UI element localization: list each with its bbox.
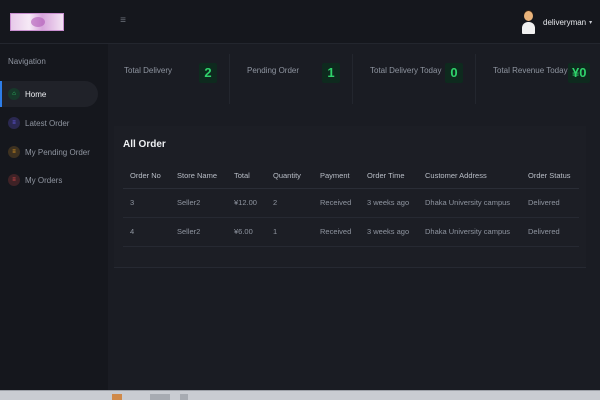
column-header: Customer Address <box>418 164 521 189</box>
top-bar: ≡ deliveryman ▾ <box>0 0 600 44</box>
column-header: Order Time <box>360 164 418 189</box>
avatar <box>520 10 536 34</box>
stat-value: ¥0 <box>568 63 591 83</box>
chevron-down-icon: ▾ <box>589 19 593 26</box>
stat-total-delivery-today: Total Delivery Today 0 <box>370 58 470 88</box>
user-name: deliveryman <box>543 17 587 27</box>
table-cell: 4 <box>123 217 170 247</box>
table-cell: Dhaka University campus <box>418 217 521 247</box>
column-header: Order No <box>123 164 170 189</box>
list-icon: ≡ <box>8 117 20 129</box>
sidebar-item-label: Latest Order <box>25 118 70 128</box>
list-icon: ≡ <box>8 146 20 158</box>
stat-total-revenue-today: Total Revenue Today ¥0 <box>493 58 593 88</box>
stat-pending-order: Pending Order 1 <box>247 58 347 88</box>
sidebar-item-home[interactable]: ⌂ Home <box>0 81 98 107</box>
table-cell: Dhaka University campus <box>418 188 521 218</box>
card-title: All Order <box>123 139 166 150</box>
home-icon: ⌂ <box>8 88 20 100</box>
stat-value: 2 <box>199 63 217 83</box>
table-row: 3 Seller2 ¥12.00 2 Received 3 weeks ago … <box>123 188 579 218</box>
stat-value: 0 <box>445 63 463 83</box>
column-header: Order Status <box>521 164 579 189</box>
table-cell: ¥12.00 <box>227 188 266 218</box>
table-cell: 3 weeks ago <box>360 217 418 247</box>
table-cell: Delivered <box>521 217 579 247</box>
all-order-card: All Order Order No Store Name Total Quan… <box>114 126 586 268</box>
sidebar-item-label: My Orders <box>25 175 63 185</box>
taskbar-app-button[interactable] <box>112 394 122 400</box>
stat-total-delivery: Total Delivery 2 <box>124 58 224 88</box>
table-cell: Received <box>313 217 360 247</box>
hamburger-icon[interactable]: ≡ <box>118 15 128 27</box>
column-header: Payment <box>313 164 360 189</box>
logo[interactable] <box>10 13 64 31</box>
divider <box>229 54 230 104</box>
table-header-row: Order No Store Name Total Quantity Payme… <box>123 164 579 189</box>
nav-heading: Navigation <box>8 57 46 66</box>
column-header: Quantity <box>266 164 313 189</box>
table-cell: Seller2 <box>170 188 227 218</box>
table-cell: 1 <box>266 217 313 247</box>
user-menu[interactable]: deliveryman ▾ <box>520 10 592 34</box>
sidebar: Navigation ⌂ Home ≡ Latest Order ≡ My Pe… <box>0 44 108 390</box>
table-cell: Received <box>313 188 360 218</box>
taskbar-app-button[interactable] <box>180 394 188 400</box>
table-cell: 3 <box>123 188 170 218</box>
sidebar-item-my-pending-order[interactable]: ≡ My Pending Order <box>0 139 98 165</box>
table-cell: Seller2 <box>170 217 227 247</box>
column-header: Store Name <box>170 164 227 189</box>
sidebar-item-my-orders[interactable]: ≡ My Orders <box>0 167 98 193</box>
table-cell: 3 weeks ago <box>360 188 418 218</box>
taskbar-app-button[interactable] <box>150 394 170 400</box>
divider <box>352 54 353 104</box>
sidebar-item-label: My Pending Order <box>25 147 90 157</box>
os-taskbar <box>0 390 600 400</box>
table-cell: 2 <box>266 188 313 218</box>
stat-label: Total Delivery <box>124 66 173 75</box>
sidebar-item-label: Home <box>25 89 47 99</box>
stat-value: 1 <box>322 63 340 83</box>
stat-label: Total Delivery Today <box>370 66 442 75</box>
table-row: 4 Seller2 ¥6.00 1 Received 3 weeks ago D… <box>123 217 579 247</box>
table-cell: Delivered <box>521 188 579 218</box>
sidebar-item-latest-order[interactable]: ≡ Latest Order <box>0 110 98 136</box>
list-icon: ≡ <box>8 174 20 186</box>
column-header: Total <box>227 164 266 189</box>
orders-table: Order No Store Name Total Quantity Payme… <box>123 164 579 247</box>
stat-label: Total Revenue Today <box>493 66 568 75</box>
divider <box>475 54 476 104</box>
stat-label: Pending Order <box>247 66 300 75</box>
table-cell: ¥6.00 <box>227 217 266 247</box>
logo-mark <box>31 17 45 27</box>
